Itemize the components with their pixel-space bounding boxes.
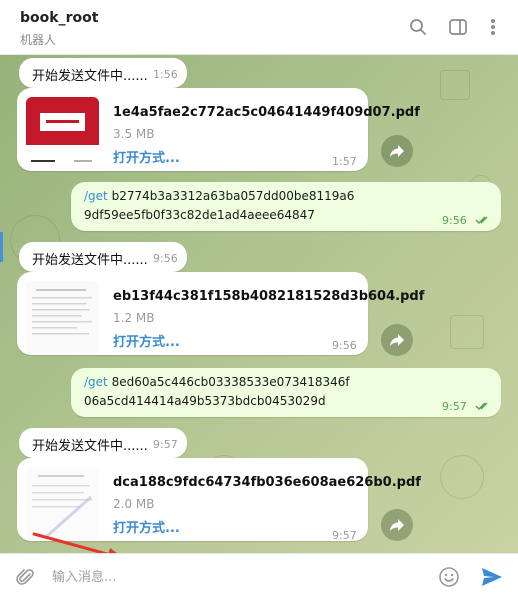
message-text: 8ed60a5c446cb03338533e073418346f — [111, 375, 350, 389]
file-message[interactable]: dca188c9fdc64734fb036e608ae626b0.pdf 2.0… — [17, 458, 421, 542]
more-vertical-icon — [491, 19, 495, 35]
message-time: 9:56 — [442, 214, 467, 227]
background-doodle — [440, 70, 470, 100]
message-time: 9:57 — [332, 529, 357, 542]
message-bubble[interactable]: 开始发送文件中...... 1:56 — [19, 58, 187, 88]
search-button[interactable] — [405, 14, 431, 40]
search-icon — [410, 19, 426, 35]
forward-icon — [390, 334, 404, 346]
command-link[interactable]: /get — [84, 375, 108, 389]
forward-button[interactable] — [381, 135, 413, 167]
message-time: 9:57 — [442, 400, 467, 413]
outgoing-message[interactable]: /get 8ed60a5c446cb03338533e073418346f 06… — [71, 368, 501, 417]
attach-button[interactable] — [14, 565, 38, 589]
chat-area[interactable]: 开始发送文件中...... 1:56 1e4a5fae2c772ac5c0464… — [0, 55, 518, 553]
message-text: 开始发送文件中...... — [32, 69, 148, 84]
message-text: 9df59ee5fb0f33c82de1ad4aeee64847 — [84, 208, 315, 222]
pdf-preview-icon — [26, 97, 99, 170]
background-doodle — [450, 315, 484, 349]
message-text: 开始发送文件中...... — [32, 253, 148, 268]
message-input[interactable] — [52, 566, 422, 588]
forward-button[interactable] — [381, 509, 413, 541]
message-text: 06a5cd414414a49b5373bdcb0453029d — [84, 394, 326, 408]
message-time: 9:57 — [153, 438, 178, 451]
message-input-bar — [0, 553, 518, 599]
file-name: 1e4a5fae2c772ac5c04641449f409d07.pdf — [113, 105, 420, 120]
pdf-preview-icon — [26, 281, 99, 354]
send-icon — [482, 568, 502, 586]
file-message[interactable]: 1e4a5fae2c772ac5c04641449f409d07.pdf 3.5… — [17, 88, 420, 171]
annotation-arrow-icon — [32, 532, 117, 553]
message-text: 开始发送文件中...... — [32, 439, 148, 454]
sidebar-toggle-icon — [449, 19, 467, 35]
send-button[interactable] — [480, 565, 504, 589]
message-time: 1:57 — [332, 155, 357, 168]
chat-title[interactable]: book_root — [20, 10, 98, 26]
file-size: 1.2 MB — [113, 311, 155, 325]
chat-header: book_root 机器人 — [0, 0, 518, 55]
outgoing-message[interactable]: /get b2774b3a3312a63ba057dd00be8119a6 9d… — [71, 182, 501, 231]
attach-icon — [16, 569, 34, 585]
forward-button[interactable] — [381, 324, 413, 356]
message-time: 9:56 — [332, 339, 357, 352]
file-message[interactable]: eb13f44c381f158b4082181528d3b604.pdf 1.2… — [17, 272, 424, 355]
message-bubble[interactable]: 开始发送文件中...... 9:57 — [19, 428, 187, 458]
open-with-link[interactable]: 打开方式... — [113, 331, 180, 350]
command-link[interactable]: /get — [84, 189, 108, 203]
message-text: b2774b3a3312a63ba057dd00be8119a6 — [111, 189, 355, 203]
double-check-icon — [475, 402, 488, 411]
background-doodle — [440, 455, 484, 499]
emoji-button[interactable] — [437, 565, 461, 589]
file-thumbnail[interactable] — [26, 97, 99, 170]
file-size: 2.0 MB — [113, 497, 155, 511]
scroll-indicator — [0, 232, 3, 262]
open-with-link[interactable]: 打开方式... — [113, 147, 180, 166]
message-time: 1:56 — [153, 68, 178, 81]
file-name: dca188c9fdc64734fb036e608ae626b0.pdf — [113, 475, 421, 490]
chat-subtitle: 机器人 — [20, 33, 57, 47]
sidebar-toggle-button[interactable] — [445, 14, 471, 40]
message-time: 9:56 — [153, 252, 178, 265]
message-bubble[interactable]: 开始发送文件中...... 9:56 — [19, 242, 187, 272]
file-name: eb13f44c381f158b4082181528d3b604.pdf — [113, 289, 425, 304]
file-thumbnail[interactable] — [26, 281, 99, 354]
more-button[interactable] — [480, 14, 506, 40]
forward-icon — [390, 145, 404, 157]
file-size: 3.5 MB — [113, 127, 155, 141]
forward-icon — [390, 519, 404, 531]
double-check-icon — [475, 216, 488, 225]
emoji-icon — [439, 567, 459, 587]
